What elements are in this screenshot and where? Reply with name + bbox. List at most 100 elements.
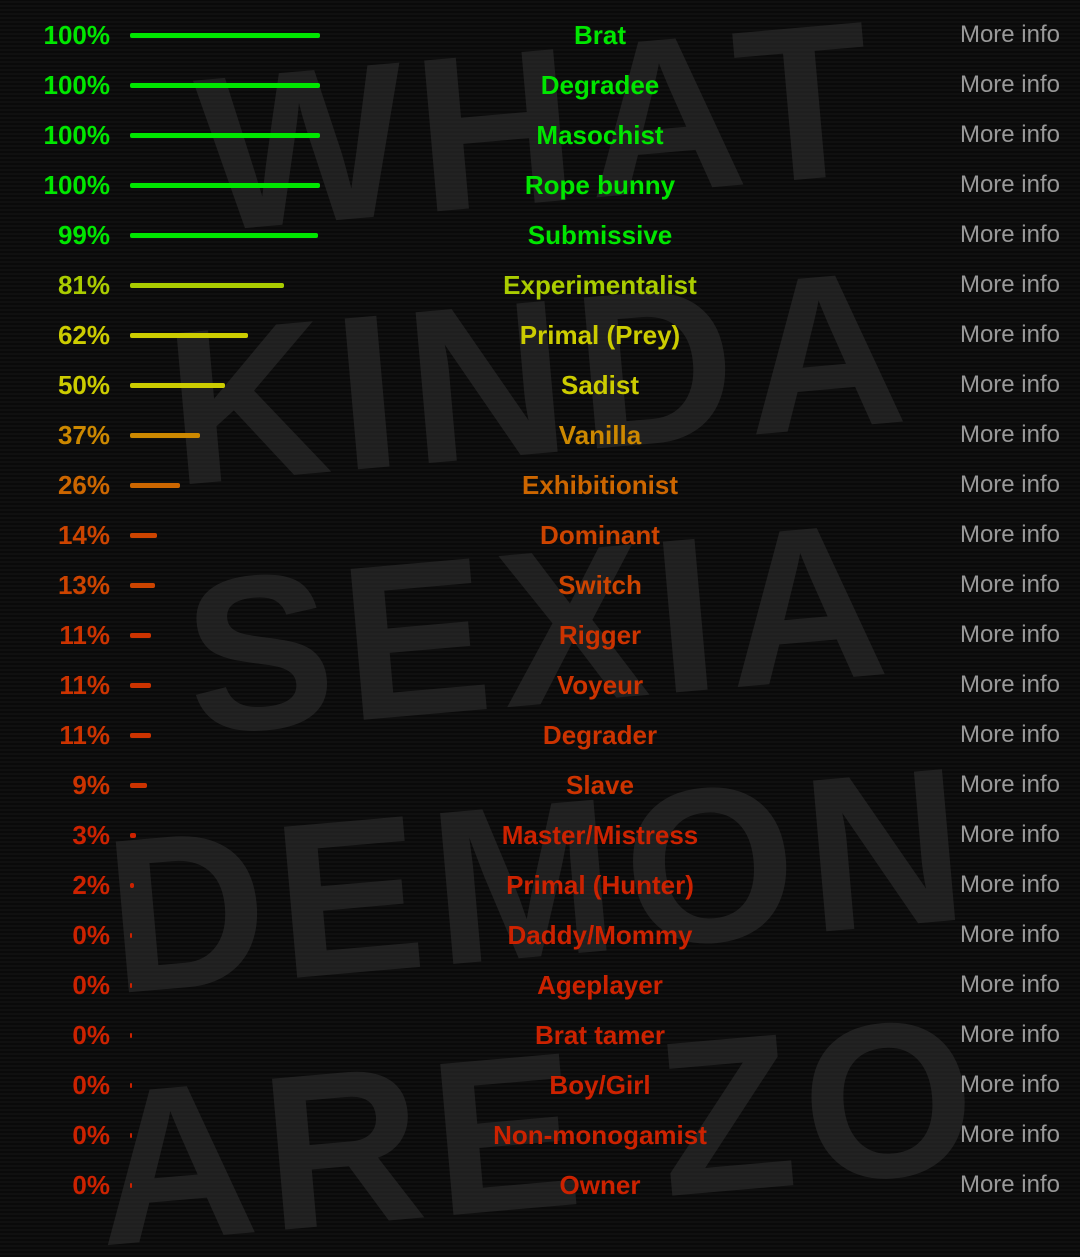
kink-label: Daddy/Mommy (320, 920, 880, 951)
bar-container (120, 683, 320, 688)
kink-label: Submissive (320, 220, 880, 251)
table-row: 11% VoyeurMore info (0, 660, 1080, 710)
table-row: 37% VanillaMore info (0, 410, 1080, 460)
more-info-button[interactable]: More info (880, 521, 1060, 549)
more-info-button[interactable]: More info (880, 1121, 1060, 1149)
percent-value: 14% (20, 520, 120, 551)
table-row: 0%Daddy/MommyMore info (0, 910, 1080, 960)
percent-value: 37% (20, 420, 120, 451)
kink-label: Sadist (320, 370, 880, 401)
progress-bar (130, 383, 225, 388)
kink-label: Non-monogamist (320, 1120, 880, 1151)
more-info-button[interactable]: More info (880, 721, 1060, 749)
kink-label: Vanilla (320, 420, 880, 451)
percent-value: 0% (20, 1170, 120, 1201)
progress-bar (130, 683, 151, 688)
more-info-button[interactable]: More info (880, 671, 1060, 699)
progress-bar (130, 333, 248, 338)
more-info-button[interactable]: More info (880, 971, 1060, 999)
table-row: 11% RiggerMore info (0, 610, 1080, 660)
table-row: 50%SadistMore info (0, 360, 1080, 410)
percent-value: 11% (20, 620, 120, 651)
progress-bar (130, 533, 157, 538)
percent-value: 0% (20, 1070, 120, 1101)
percent-value: 100% (20, 70, 120, 101)
percent-value: 11% (20, 670, 120, 701)
more-info-button[interactable]: More info (880, 421, 1060, 449)
percent-value: 2% (20, 870, 120, 901)
more-info-button[interactable]: More info (880, 621, 1060, 649)
more-info-button[interactable]: More info (880, 471, 1060, 499)
more-info-button[interactable]: More info (880, 21, 1060, 49)
progress-bar (130, 633, 151, 638)
progress-bar (130, 1033, 132, 1038)
kink-label: Boy/Girl (320, 1070, 880, 1101)
bar-container (120, 983, 320, 988)
percent-value: 9% (20, 770, 120, 801)
progress-bar (130, 483, 180, 488)
table-row: 14%DominantMore info (0, 510, 1080, 560)
bar-container (120, 383, 320, 388)
table-row: 11%DegraderMore info (0, 710, 1080, 760)
kink-label: Slave (320, 770, 880, 801)
bar-container (120, 433, 320, 438)
progress-bar (130, 883, 134, 888)
progress-bar (130, 833, 136, 838)
bar-container (120, 283, 320, 288)
kink-label: Brat tamer (320, 1020, 880, 1051)
kink-label: Masochist (320, 120, 880, 151)
table-row: 0% Boy/GirlMore info (0, 1060, 1080, 1110)
more-info-button[interactable]: More info (880, 921, 1060, 949)
table-row: 100%MasochistMore info (0, 110, 1080, 160)
table-row: 100%Rope bunnyMore info (0, 160, 1080, 210)
progress-bar (130, 783, 147, 788)
bar-container (120, 1183, 320, 1188)
bar-container (120, 933, 320, 938)
table-row: 0% Non-monogamistMore info (0, 1110, 1080, 1160)
kink-label: Rigger (320, 620, 880, 651)
table-row: 26%ExhibitionistMore info (0, 460, 1080, 510)
more-info-button[interactable]: More info (880, 821, 1060, 849)
bar-container (120, 183, 320, 188)
more-info-button[interactable]: More info (880, 771, 1060, 799)
bar-container (120, 883, 320, 888)
kink-label: Voyeur (320, 670, 880, 701)
progress-bar (130, 1183, 132, 1188)
percent-value: 81% (20, 270, 120, 301)
percent-value: 99% (20, 220, 120, 251)
bar-container (120, 133, 320, 138)
percent-value: 100% (20, 20, 120, 51)
percent-value: 62% (20, 320, 120, 351)
kink-label: Owner (320, 1170, 880, 1201)
more-info-button[interactable]: More info (880, 571, 1060, 599)
more-info-button[interactable]: More info (880, 871, 1060, 899)
kink-label: Degrader (320, 720, 880, 751)
bar-container (120, 1133, 320, 1138)
more-info-button[interactable]: More info (880, 271, 1060, 299)
percent-value: 0% (20, 1120, 120, 1151)
kink-label: Degradee (320, 70, 880, 101)
more-info-button[interactable]: More info (880, 71, 1060, 99)
more-info-button[interactable]: More info (880, 1171, 1060, 1199)
kink-label: Ageplayer (320, 970, 880, 1001)
percent-value: 0% (20, 1020, 120, 1051)
more-info-button[interactable]: More info (880, 321, 1060, 349)
more-info-button[interactable]: More info (880, 171, 1060, 199)
kink-label: Rope bunny (320, 170, 880, 201)
progress-bar (130, 233, 318, 238)
kink-label: Exhibitionist (320, 470, 880, 501)
table-row: 2%Primal (Hunter)More info (0, 860, 1080, 910)
more-info-button[interactable]: More info (880, 1021, 1060, 1049)
kink-label: Experimentalist (320, 270, 880, 301)
table-row: 0%AgeplayerMore info (0, 960, 1080, 1010)
more-info-button[interactable]: More info (880, 121, 1060, 149)
more-info-button[interactable]: More info (880, 371, 1060, 399)
table-row: 100% DegradeeMore info (0, 60, 1080, 110)
more-info-button[interactable]: More info (880, 221, 1060, 249)
progress-bar (130, 983, 132, 988)
kink-label: Switch (320, 570, 880, 601)
bar-container (120, 233, 320, 238)
more-info-button[interactable]: More info (880, 1071, 1060, 1099)
bar-container (120, 1083, 320, 1088)
bar-container (120, 833, 320, 838)
